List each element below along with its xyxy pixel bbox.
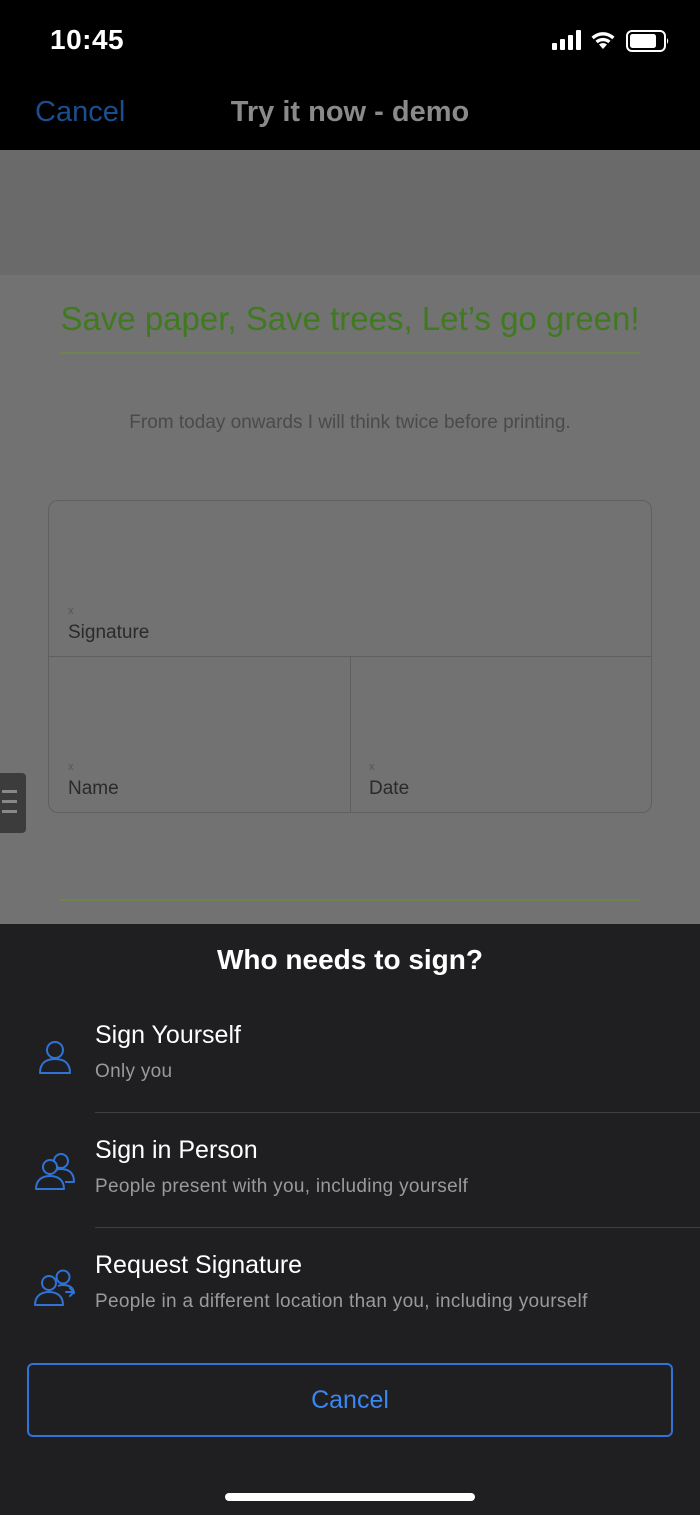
name-field[interactable]: Name xyxy=(68,778,119,800)
sheet-title: Who needs to sign? xyxy=(217,944,483,975)
person-icon xyxy=(39,1041,71,1074)
home-indicator[interactable] xyxy=(225,1493,475,1501)
field-divider xyxy=(350,657,351,813)
people-icon xyxy=(35,1153,75,1190)
name-field-marker: x xyxy=(68,761,74,773)
menu-icon-line xyxy=(2,790,17,793)
signature-field-marker: x xyxy=(68,605,74,617)
wifi-icon xyxy=(591,32,615,49)
option-title: Request Signature xyxy=(95,1251,303,1279)
signer-options-sheet: Who needs to sign? Sign Yourself Only yo… xyxy=(0,924,700,1515)
document-heading: Save paper, Save trees, Let’s go green! xyxy=(60,300,640,337)
document-preview: Save paper, Save trees, Let’s go green! … xyxy=(0,150,700,925)
signature-field[interactable]: Signature xyxy=(68,622,149,644)
heading-divider xyxy=(60,352,640,354)
option-sign-yourself[interactable]: Sign Yourself Only you xyxy=(0,1021,700,1136)
side-menu-handle[interactable] xyxy=(0,773,26,833)
document-header-strip xyxy=(0,150,700,275)
option-divider xyxy=(95,1227,700,1228)
document-body-text: From today onwards I will think twice be… xyxy=(129,412,571,433)
nav-bar: Try it now - demo Cancel xyxy=(0,80,700,150)
menu-icon-line xyxy=(2,810,17,813)
option-sign-in-person[interactable]: Sign in Person People present with you, … xyxy=(0,1136,700,1251)
option-subtitle: People in a different location than you,… xyxy=(95,1291,588,1312)
battery-icon xyxy=(626,30,669,52)
signature-block: x Signature x Name x Date xyxy=(48,500,652,813)
option-title: Sign in Person xyxy=(95,1136,258,1164)
date-field-marker: x xyxy=(369,761,375,773)
status-time: 10:45 xyxy=(50,24,125,55)
nav-cancel-button[interactable]: Cancel xyxy=(35,96,125,129)
option-title: Sign Yourself xyxy=(95,1021,241,1049)
option-subtitle: Only you xyxy=(95,1061,173,1082)
option-request-signature[interactable]: Request Signature People in a different … xyxy=(0,1251,700,1366)
signal-icon xyxy=(552,30,581,50)
menu-icon-line xyxy=(2,800,17,803)
people-request-icon xyxy=(34,1269,75,1306)
sheet-cancel-button[interactable]: Cancel xyxy=(27,1363,673,1437)
status-bar: 10:45 xyxy=(0,0,700,80)
option-divider xyxy=(95,1112,700,1113)
footer-divider xyxy=(60,899,640,901)
option-subtitle: People present with you, including yours… xyxy=(95,1176,469,1197)
date-field[interactable]: Date xyxy=(369,778,409,800)
